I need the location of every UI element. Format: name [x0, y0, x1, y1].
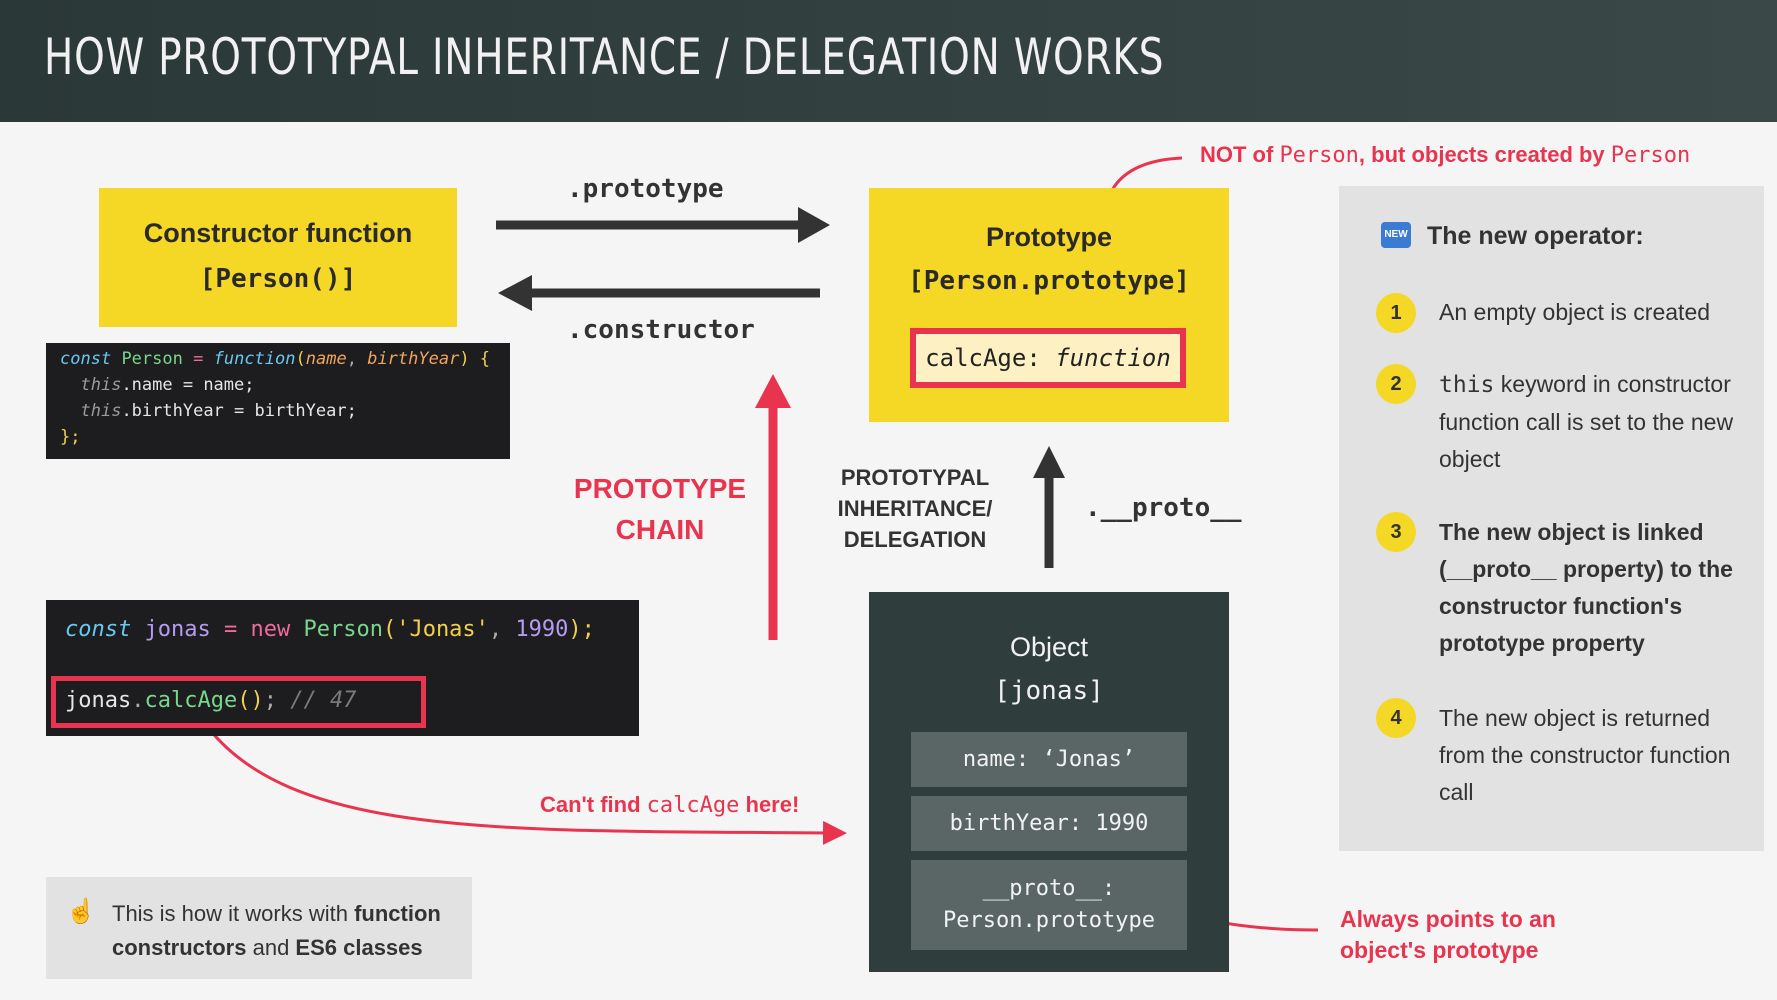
prototype-arrow-head — [798, 207, 830, 243]
constructor-function-box: Constructor function [Person()] — [99, 188, 457, 327]
calcage-method-box: calcAge: function — [910, 328, 1186, 388]
prototype-box: Prototype [Person.prototype] calcAge: fu… — [869, 188, 1229, 422]
object-prop-birthyear: birthYear: 1990 — [911, 796, 1187, 851]
object-prop-name: name: ‘Jonas’ — [911, 732, 1187, 787]
bottom-note-box: ☝ This is how it works with function con… — [46, 877, 472, 979]
pointing-finger-icon: ☝ — [66, 898, 96, 925]
always-points-note: Always points to an object's prototype — [1340, 906, 1556, 963]
chain-arrow-head — [755, 374, 791, 408]
jonas-code-line-2: jonas.calcAge(); // 47 — [65, 688, 357, 713]
step-number-2: 2 — [1376, 364, 1416, 404]
object-prop-proto: __proto__: Person.prototype — [911, 860, 1187, 950]
bottom-note-text: This is how it works with function const… — [112, 901, 441, 960]
constructor-subtitle: [Person()] — [199, 264, 357, 294]
panel-title: The new operator: — [1427, 222, 1644, 250]
step-text-3: The new object is linked (__proto__ prop… — [1439, 519, 1733, 656]
code-line-2: this.name = name; — [80, 375, 255, 395]
constructor-code-block: const Person = function(name, birthYear)… — [46, 343, 510, 459]
step-number-3: 3 — [1376, 512, 1416, 552]
step-number-4: 4 — [1376, 698, 1416, 738]
step-text-1: An empty object is created — [1439, 299, 1711, 325]
jonas-code-block: const jonas = new Person('Jonas', 1990);… — [46, 600, 639, 736]
jonas-code-line-1: const jonas = new Person('Jonas', 1990); — [65, 617, 595, 642]
new-operator-panel: NEW The new operator: 1 An empty object … — [1339, 186, 1764, 851]
code-line-4: }; — [60, 427, 81, 447]
constructor-arrow-label: .constructor — [567, 315, 755, 345]
prototype-arrow-label: .prototype — [567, 174, 724, 204]
code-line-3: this.birthYear = birthYear; — [80, 401, 357, 421]
constructor-arrow-head — [498, 275, 532, 311]
prototype-chain-label: PROTOTYPE CHAIN — [573, 473, 747, 545]
prototypal-inheritance-label: PROTOTYPAL INHERITANCE/ DELEGATION — [837, 465, 993, 552]
object-box: Object [jonas] name: ‘Jonas’ birthYear: … — [869, 592, 1229, 972]
step-number-1: 1 — [1376, 293, 1416, 333]
cant-find-calcage-note: Can't find calcAge here! — [540, 792, 800, 818]
object-subtitle: [jonas] — [994, 676, 1104, 706]
proto-arrow-head — [1033, 446, 1065, 478]
object-title: Object — [1009, 632, 1089, 662]
prototype-title: Prototype — [985, 222, 1112, 252]
step-text-2: this keyword in constructor function cal… — [1439, 371, 1734, 472]
code-line-1: const Person = function(name, birthYear)… — [60, 349, 491, 369]
not-of-person-note: NOT of Person, but objects created by Pe… — [1200, 142, 1691, 168]
prototype-subtitle: [Person.prototype] — [908, 266, 1190, 296]
new-badge-icon: NEW — [1381, 222, 1411, 248]
calcage-method-text: calcAge: function — [925, 344, 1171, 372]
proto-arrow-label: .__proto__ — [1085, 493, 1242, 523]
constructor-title: Constructor function — [143, 218, 413, 248]
step-text-4: The new object is returned from the cons… — [1439, 705, 1731, 805]
